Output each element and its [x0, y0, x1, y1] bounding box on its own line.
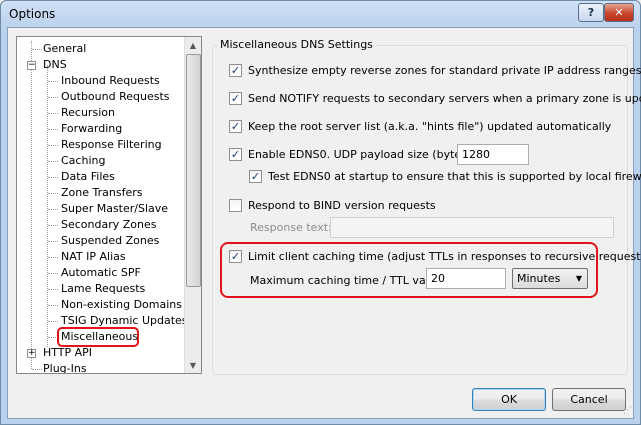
- resize-grip-icon[interactable]: ⋰: [623, 406, 632, 416]
- edns0-checkbox[interactable]: ✓: [229, 148, 242, 161]
- tree-item-suspended-zones[interactable]: Suspended Zones: [61, 233, 159, 249]
- options-window: Options ? ✕ General − DNS Inbound Reques…: [0, 0, 641, 425]
- tree-connector: [48, 289, 58, 290]
- tree-connector: [48, 241, 58, 242]
- tree-connector: [48, 209, 58, 210]
- tree-connector: [48, 145, 58, 146]
- tree-item-outbound-requests[interactable]: Outbound Requests: [61, 89, 170, 105]
- edns0-label: Enable EDNS0. UDP payload size (bytes):: [248, 148, 475, 161]
- scroll-up-arrow-icon[interactable]: ▲: [185, 37, 201, 53]
- help-button[interactable]: ?: [578, 3, 604, 22]
- ok-button[interactable]: OK: [472, 388, 546, 411]
- tree-connector: [48, 225, 58, 226]
- tree-scrollbar[interactable]: ▲ ▼: [184, 37, 201, 373]
- scroll-down-arrow-icon[interactable]: ▼: [185, 357, 201, 373]
- limit-caching-checkbox[interactable]: ✓: [229, 250, 242, 263]
- window-title: Options: [9, 7, 56, 21]
- send-notify-label: Send NOTIFY requests to secondary server…: [248, 92, 641, 105]
- tree-connector: [48, 97, 58, 98]
- tree-connector: [32, 49, 42, 50]
- send-notify-checkbox[interactable]: ✓: [229, 92, 242, 105]
- tree-connector: [48, 257, 58, 258]
- test-edns0-checkbox[interactable]: ✓: [249, 170, 262, 183]
- test-edns0-label: Test EDNS0 at startup to ensure that thi…: [268, 170, 641, 183]
- tree-item-miscellaneous[interactable]: Miscellaneous: [61, 329, 138, 345]
- dropdown-arrow-icon: ▼: [575, 274, 582, 283]
- tree-connector: [48, 273, 58, 274]
- tree-item-recursion[interactable]: Recursion: [61, 105, 115, 121]
- tree-item-automatic-spf[interactable]: Automatic SPF: [61, 265, 141, 281]
- collapse-dns-icon[interactable]: −: [27, 61, 36, 70]
- close-button[interactable]: ✕: [604, 3, 634, 22]
- tree-connector: [48, 129, 58, 130]
- expand-http-api-icon[interactable]: +: [27, 349, 36, 358]
- ttl-unit-select[interactable]: Minutes ▼: [512, 268, 588, 289]
- tree-item-forwarding[interactable]: Forwarding: [61, 121, 122, 137]
- tree-connector: [48, 161, 58, 162]
- dialog-client-area: General − DNS Inbound Requests Outbound …: [7, 27, 641, 419]
- ttl-unit-value: Minutes: [517, 272, 561, 285]
- tree-item-data-files[interactable]: Data Files: [61, 169, 115, 185]
- tree-item-caching[interactable]: Caching: [61, 153, 105, 169]
- tree-connector: [48, 193, 58, 194]
- cancel-button[interactable]: Cancel: [552, 388, 626, 411]
- tree-item-plug-ins[interactable]: Plug-Ins: [43, 361, 87, 373]
- tree-item-http-api[interactable]: HTTP API: [43, 345, 92, 361]
- tree-connector: [31, 41, 32, 369]
- max-ttl-label: Maximum caching time / TTL value:: [250, 274, 447, 287]
- root-hints-checkbox[interactable]: ✓: [229, 120, 242, 133]
- tree-connector: [48, 113, 58, 114]
- tree-item-non-existing-domains[interactable]: Non-existing Domains: [61, 297, 182, 313]
- tree-connector: [48, 305, 58, 306]
- tree-item-dns[interactable]: DNS: [43, 57, 67, 73]
- tree-item-response-filtering[interactable]: Response Filtering: [61, 137, 162, 153]
- tree-connector: [32, 369, 42, 370]
- synthesize-reverse-zones-checkbox[interactable]: ✓: [229, 64, 242, 77]
- synthesize-reverse-zones-label: Synthesize empty reverse zones for stand…: [248, 64, 641, 77]
- response-text-input[interactable]: [330, 217, 614, 238]
- bind-version-checkbox[interactable]: [229, 199, 242, 212]
- tree-connector: [48, 81, 58, 82]
- limit-caching-label: Limit client caching time (adjust TTLs i…: [248, 250, 641, 263]
- tree-item-super-master-slave[interactable]: Super Master/Slave: [61, 201, 168, 217]
- options-tree[interactable]: General − DNS Inbound Requests Outbound …: [16, 36, 202, 374]
- scroll-thumb[interactable]: [186, 54, 201, 287]
- bind-version-label: Respond to BIND version requests: [248, 199, 436, 212]
- tree-item-lame-requests[interactable]: Lame Requests: [61, 281, 145, 297]
- tree-connector: [48, 321, 58, 322]
- tree-item-zone-transfers[interactable]: Zone Transfers: [61, 185, 142, 201]
- title-bar[interactable]: Options ? ✕: [1, 1, 640, 27]
- tree-item-secondary-zones[interactable]: Secondary Zones: [61, 217, 157, 233]
- tree-item-nat-ip-alias[interactable]: NAT IP Alias: [61, 249, 126, 265]
- tree-item-general[interactable]: General: [43, 41, 86, 57]
- max-ttl-input[interactable]: 20: [426, 268, 506, 289]
- response-text-label: Response text:: [250, 221, 332, 234]
- tree-connector: [48, 177, 58, 178]
- tree-item-inbound-requests[interactable]: Inbound Requests: [61, 73, 160, 89]
- udp-payload-size-input[interactable]: 1280: [457, 144, 529, 165]
- group-title: Miscellaneous DNS Settings: [217, 38, 376, 51]
- root-hints-label: Keep the root server list (a.k.a. "hints…: [248, 120, 612, 133]
